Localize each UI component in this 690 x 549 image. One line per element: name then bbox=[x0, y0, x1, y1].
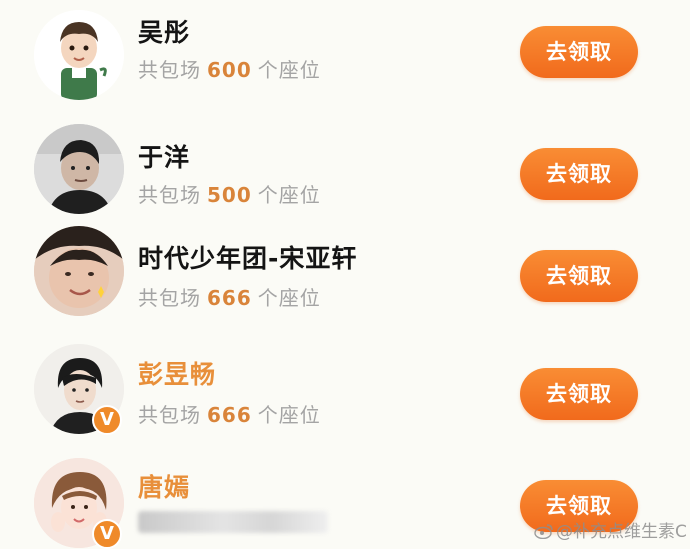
list-item: 吴彤 共包场 600 个座位 去领取 bbox=[0, 0, 690, 110]
claim-button[interactable]: 去领取 bbox=[520, 368, 638, 420]
watermark: @补充点维生素C bbox=[534, 517, 687, 542]
seat-summary: 共包场 600 个座位 bbox=[138, 54, 321, 83]
seat-suffix: 个座位 bbox=[257, 286, 321, 310]
seat-summary: 共包场 500 个座位 bbox=[138, 179, 321, 208]
seat-count: 500 bbox=[207, 183, 252, 207]
seat-count: 666 bbox=[207, 403, 252, 427]
watermark-text: @补充点维生素C bbox=[556, 522, 687, 542]
claim-button[interactable]: 去领取 bbox=[520, 148, 638, 200]
avatar[interactable] bbox=[34, 124, 124, 214]
seat-prefix: 共包场 bbox=[138, 183, 201, 207]
seat-prefix: 共包场 bbox=[138, 403, 201, 427]
avatar[interactable] bbox=[34, 226, 124, 316]
weibo-logo-icon bbox=[534, 523, 554, 540]
avatar[interactable] bbox=[34, 10, 124, 100]
seat-prefix: 共包场 bbox=[138, 286, 201, 310]
list-item: V 彭昱畅 共包场 666 个座位 去领取 bbox=[0, 330, 690, 440]
sponsor-name: 彭昱畅 bbox=[138, 360, 217, 389]
list-item: 时代少年团-宋亚轩 共包场 666 个座位 去领取 bbox=[0, 220, 690, 330]
venue-sponsor-list: 吴彤 共包场 600 个座位 去领取 于洋 共包场 500 个座位 去领取 时代… bbox=[0, 0, 690, 549]
sponsor-name: 于洋 bbox=[138, 143, 191, 172]
seat-summary: 共包场 666 个座位 bbox=[138, 282, 321, 311]
sponsor-name: 吴彤 bbox=[138, 18, 191, 47]
sponsor-name: 唐嫣 bbox=[138, 473, 191, 502]
seat-count: 666 bbox=[207, 286, 252, 310]
list-item: 于洋 共包场 500 个座位 去领取 bbox=[0, 110, 690, 220]
claim-button[interactable]: 去领取 bbox=[520, 26, 638, 78]
seat-suffix: 个座位 bbox=[257, 183, 321, 207]
claim-button[interactable]: 去领取 bbox=[520, 250, 638, 302]
seat-prefix: 共包场 bbox=[138, 58, 201, 82]
seat-suffix: 个座位 bbox=[257, 58, 321, 82]
seat-summary: 共包场 666 个座位 bbox=[138, 399, 321, 428]
seat-count: 600 bbox=[207, 58, 252, 82]
verified-badge: V bbox=[92, 405, 122, 435]
seat-suffix: 个座位 bbox=[257, 403, 321, 427]
sponsor-name: 时代少年团-宋亚轩 bbox=[138, 244, 358, 273]
blurred-seat-summary bbox=[138, 511, 328, 533]
verified-badge: V bbox=[92, 519, 122, 549]
